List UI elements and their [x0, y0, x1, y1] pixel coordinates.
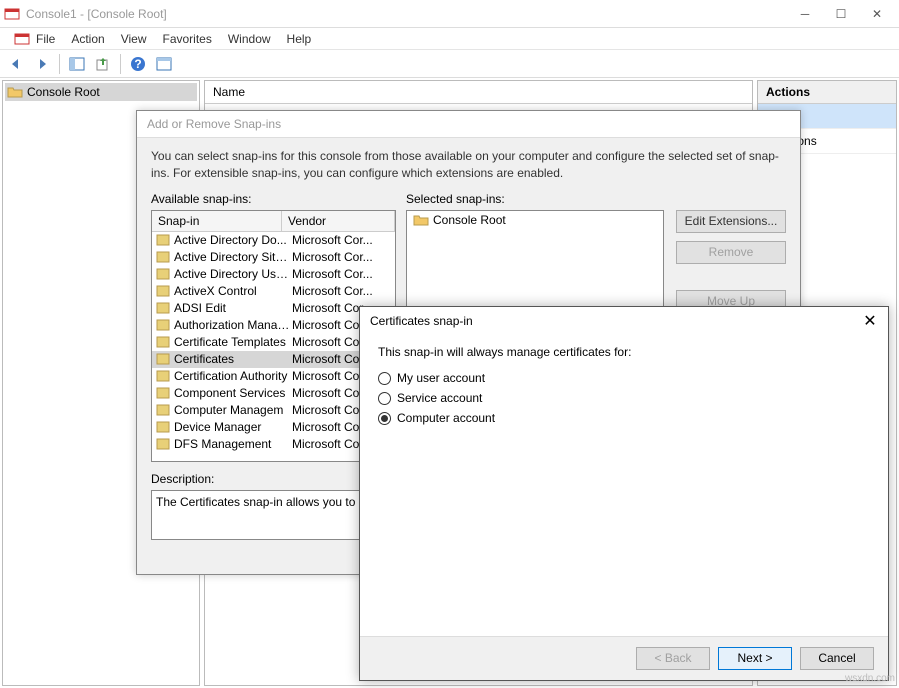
toolbar: ? [0, 50, 899, 78]
dialog2-close-button[interactable]: ✕ [862, 313, 878, 329]
svg-text:?: ? [134, 57, 141, 71]
snapin-vendor: Microsoft Cor... [292, 267, 391, 281]
radio-my-user-account[interactable]: My user account [378, 371, 870, 385]
snapin-name: Certificates [174, 352, 292, 366]
radio-icon [378, 412, 391, 425]
next-button[interactable]: Next > [718, 647, 792, 670]
snapin-icon [156, 352, 172, 366]
dialog2-prompt: This snap-in will always manage certific… [378, 345, 870, 359]
title-bar: Console1 - [Console Root] ─ ☐ ✕ [0, 0, 899, 28]
menu-favorites[interactable]: Favorites [155, 32, 220, 46]
snapin-row[interactable]: Active Directory Use...Microsoft Cor... [152, 266, 395, 283]
menu-help[interactable]: Help [279, 32, 320, 46]
folder-icon [7, 85, 23, 99]
snapin-vendor: Microsoft Cor... [292, 284, 391, 298]
menu-file[interactable]: File [28, 32, 63, 46]
snapin-name: ADSI Edit [174, 301, 292, 315]
forward-button[interactable] [30, 52, 54, 76]
col-vendor[interactable]: Vendor [282, 211, 395, 231]
close-button[interactable]: ✕ [859, 1, 895, 27]
snapin-name: Active Directory Do... [174, 233, 292, 247]
menu-bar: File Action View Favorites Window Help [0, 28, 899, 50]
window-title: Console1 - [Console Root] [26, 7, 787, 21]
snapin-icon [156, 301, 172, 315]
back-button: < Back [636, 647, 710, 670]
folder-icon [413, 213, 429, 227]
snapin-name: Certification Authority [174, 369, 292, 383]
tree-root-label: Console Root [27, 85, 100, 99]
snapin-icon [156, 420, 172, 434]
dialog2-title: Certificates snap-in [370, 314, 862, 328]
maximize-button[interactable]: ☐ [823, 1, 859, 27]
snapin-icon [156, 437, 172, 451]
minimize-button[interactable]: ─ [787, 1, 823, 27]
snapin-name: ActiveX Control [174, 284, 292, 298]
back-button[interactable] [4, 52, 28, 76]
snapin-row[interactable]: Active Directory Site...Microsoft Cor... [152, 249, 395, 266]
snapin-name: Device Manager [174, 420, 292, 434]
snapin-icon [156, 250, 172, 264]
menu-window[interactable]: Window [220, 32, 279, 46]
menu-action[interactable]: Action [63, 32, 112, 46]
snapin-icon [156, 386, 172, 400]
export-button[interactable] [91, 52, 115, 76]
remove-button: Remove [676, 241, 786, 264]
snapin-name: DFS Management [174, 437, 292, 451]
snapin-icon [156, 318, 172, 332]
snapin-icon [156, 335, 172, 349]
content-header-name[interactable]: Name [205, 81, 752, 104]
available-label: Available snap-ins: [151, 192, 396, 206]
radio-icon [378, 372, 391, 385]
show-tree-button[interactable] [65, 52, 89, 76]
snapin-name: Certificate Templates [174, 335, 292, 349]
selected-root-item[interactable]: Console Root [407, 211, 663, 229]
snapin-vendor: Microsoft Cor... [292, 233, 391, 247]
snapin-name: Authorization Manager [174, 318, 292, 332]
edit-extensions-button[interactable]: Edit Extensions... [676, 210, 786, 233]
dialog1-title: Add or Remove Snap-ins [137, 111, 800, 138]
help-button[interactable]: ? [126, 52, 150, 76]
new-window-button[interactable] [152, 52, 176, 76]
console-icon [6, 31, 22, 47]
actions-title: Actions [758, 81, 896, 104]
tree-root-item[interactable]: Console Root [5, 83, 197, 101]
snapin-icon [156, 284, 172, 298]
col-snapin[interactable]: Snap-in [152, 211, 282, 231]
snapin-icon [156, 233, 172, 247]
snapin-name: Active Directory Use... [174, 267, 292, 281]
menu-view[interactable]: View [113, 32, 155, 46]
cancel-button[interactable]: Cancel [800, 647, 874, 670]
snapin-name: Component Services [174, 386, 292, 400]
radio-service-account[interactable]: Service account [378, 391, 870, 405]
snapin-name: Active Directory Site... [174, 250, 292, 264]
snapin-row[interactable]: ActiveX ControlMicrosoft Cor... [152, 283, 395, 300]
snapin-icon [156, 403, 172, 417]
snapin-vendor: Microsoft Cor... [292, 250, 391, 264]
dialog1-description: You can select snap-ins for this console… [151, 148, 786, 182]
watermark: wsxdn.com [845, 673, 895, 684]
app-icon [4, 6, 20, 22]
selected-label: Selected snap-ins: [406, 192, 664, 206]
radio-computer-account[interactable]: Computer account [378, 411, 870, 425]
certificates-snapin-dialog: Certificates snap-in ✕ This snap-in will… [359, 306, 889, 681]
snapin-row[interactable]: Active Directory Do...Microsoft Cor... [152, 232, 395, 249]
snapin-icon [156, 267, 172, 281]
radio-icon [378, 392, 391, 405]
snapin-icon [156, 369, 172, 383]
snapin-name: Computer Managem [174, 403, 292, 417]
